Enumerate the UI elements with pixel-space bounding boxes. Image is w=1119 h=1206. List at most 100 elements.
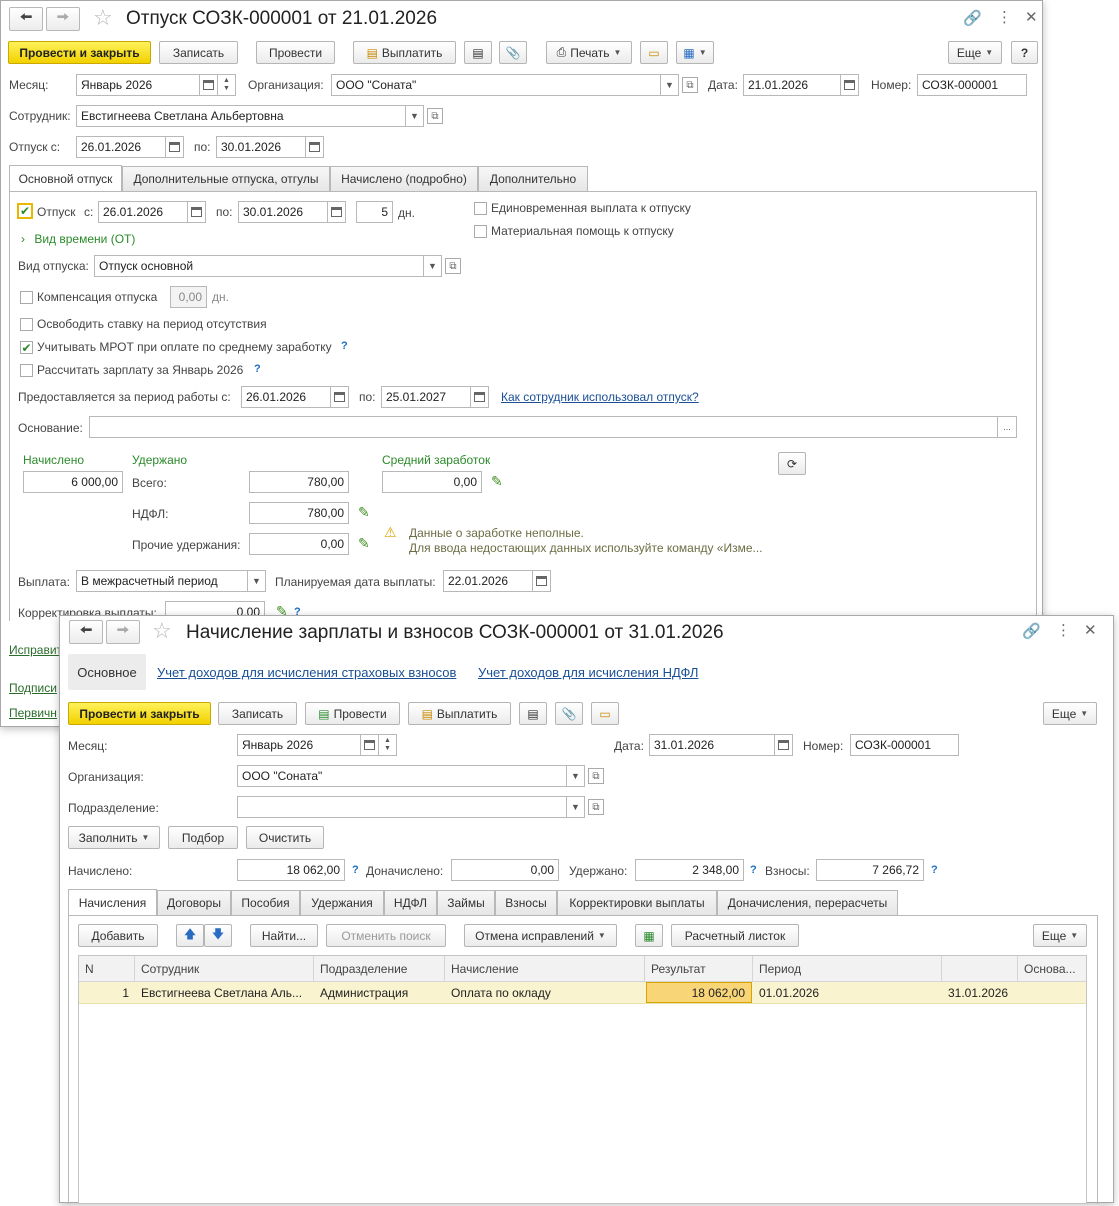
- time-type-expander[interactable]: › Вид времени (ОТ): [21, 232, 135, 246]
- month-spin-button[interactable]: ▲ ▼: [218, 74, 236, 96]
- col-header-employee[interactable]: Сотрудник: [135, 956, 314, 982]
- fix-link[interactable]: Исправит: [9, 643, 62, 657]
- edit-other-pencil-icon[interactable]: ✎: [358, 536, 370, 550]
- date-calendar-button[interactable]: [841, 74, 859, 96]
- tab-payment-corrections[interactable]: Корректировки выплаты: [557, 890, 717, 915]
- vacation-checkbox[interactable]: ✔: [17, 203, 33, 219]
- more-button[interactable]: Еще ▼: [1043, 702, 1097, 725]
- month-spin-button[interactable]: ▲ ▼: [379, 734, 397, 756]
- col-header-period-end[interactable]: [942, 956, 1018, 982]
- accrued-help-icon[interactable]: ?: [352, 864, 359, 876]
- days-field[interactable]: 5: [356, 201, 393, 223]
- col-header-basis[interactable]: Основа...: [1018, 956, 1086, 982]
- list-icon-button[interactable]: ▤: [464, 41, 492, 64]
- nav-ndfl-link[interactable]: Учет доходов для исчисления НДФЛ: [478, 665, 698, 680]
- print-button[interactable]: ⎙ Печать ▼: [546, 41, 632, 64]
- favorite-star-icon[interactable]: ☆: [93, 7, 113, 29]
- save-button[interactable]: Записать: [218, 702, 297, 725]
- back-button[interactable]: 🠨: [69, 620, 103, 644]
- total-field[interactable]: 780,00: [249, 471, 349, 493]
- row-result[interactable]: 18 062,00: [646, 982, 752, 1003]
- save-button[interactable]: Записать: [159, 41, 238, 64]
- add-table-button[interactable]: ▦: [635, 924, 663, 947]
- period-to-field[interactable]: 25.01.2027: [381, 386, 471, 408]
- period-to-calendar-button[interactable]: [471, 386, 489, 408]
- employee-field[interactable]: Евстигнеева Светлана Альбертовна: [76, 105, 406, 127]
- back-button[interactable]: 🠨: [9, 7, 43, 31]
- tab-ndfl[interactable]: НДФЛ: [384, 890, 437, 915]
- table-row[interactable]: 1 Евстигнеева Светлана Аль... Администра…: [79, 982, 1086, 1004]
- vacation-type-dropdown-button[interactable]: ▼: [424, 255, 442, 277]
- move-up-button[interactable]: 🡅: [176, 924, 204, 947]
- number-field[interactable]: СОЗК-000001: [917, 74, 1027, 96]
- close-icon[interactable]: ✕: [1025, 10, 1038, 25]
- vacation-usage-link[interactable]: Как сотрудник использовал отпуск?: [501, 390, 699, 404]
- dept-dropdown-button[interactable]: ▼: [567, 796, 585, 818]
- payout-field[interactable]: В межрасчетный период: [76, 570, 248, 592]
- find-button[interactable]: Найти...: [250, 924, 318, 947]
- date-field[interactable]: 21.01.2026: [743, 74, 841, 96]
- warning-line-2[interactable]: Для ввода недостающих данных используйте…: [409, 541, 763, 555]
- post-button[interactable]: Провести: [256, 41, 335, 64]
- vacation-type-open-icon[interactable]: ⧉: [445, 258, 461, 274]
- number-field[interactable]: СОЗК-000001: [850, 734, 959, 756]
- withheld-field[interactable]: 2 348,00: [635, 859, 744, 881]
- leave-from-field[interactable]: 26.01.2026: [76, 136, 166, 158]
- move-down-button[interactable]: 🡇: [204, 924, 232, 947]
- mrot-checkbox[interactable]: ✔: [20, 341, 33, 354]
- org-field[interactable]: ООО "Соната": [237, 765, 567, 787]
- cancel-search-button[interactable]: Отменить поиск: [326, 924, 446, 947]
- payout-dropdown-button[interactable]: ▼: [248, 570, 266, 592]
- attach-button[interactable]: 📎: [555, 702, 583, 725]
- tab-withholdings[interactable]: Удержания: [300, 890, 384, 915]
- post-and-close-button[interactable]: Провести и закрыть: [68, 702, 211, 725]
- payslip-button[interactable]: Расчетный листок: [671, 924, 799, 947]
- clear-button[interactable]: Очистить: [246, 826, 324, 849]
- create-based-on-button[interactable]: ▦ ▼: [676, 41, 714, 64]
- tab-additional[interactable]: Дополнительно: [478, 166, 588, 191]
- withheld-help-icon[interactable]: ?: [750, 864, 757, 876]
- average-earnings-field[interactable]: 0,00: [382, 471, 482, 493]
- edit-average-pencil-icon[interactable]: ✎: [491, 474, 503, 488]
- contributions-help-icon[interactable]: ?: [931, 864, 938, 876]
- org-open-icon[interactable]: ⧉: [682, 77, 698, 93]
- period-from-field[interactable]: 26.01.2026: [241, 386, 331, 408]
- tab-accruals[interactable]: Начисления: [68, 889, 157, 916]
- tab-accrued-detailed[interactable]: Начислено (подробно): [330, 166, 478, 191]
- employee-open-icon[interactable]: ⧉: [427, 108, 443, 124]
- tab-loans[interactable]: Займы: [437, 890, 495, 915]
- nav-insurance-link[interactable]: Учет доходов для исчисления страховых вз…: [157, 665, 456, 680]
- accrued-field[interactable]: 6 000,00: [23, 471, 123, 493]
- date-calendar-button[interactable]: [775, 734, 793, 756]
- document-flow-button[interactable]: ▭: [591, 702, 619, 725]
- col-header-n[interactable]: N: [79, 956, 135, 982]
- post-and-close-button[interactable]: Провести и закрыть: [8, 41, 151, 64]
- period-from-calendar-button[interactable]: [331, 386, 349, 408]
- compensation-checkbox[interactable]: [20, 291, 33, 304]
- refresh-button[interactable]: ⟳: [778, 452, 806, 475]
- other-withholding-field[interactable]: 0,00: [249, 533, 349, 555]
- col-header-result[interactable]: Результат: [645, 956, 753, 982]
- list-icon-button[interactable]: ▤: [519, 702, 547, 725]
- signatures-link[interactable]: Подписи: [9, 681, 57, 695]
- forward-button[interactable]: 🠪: [46, 7, 80, 31]
- tab-recalculations[interactable]: Доначисления, перерасчеты: [717, 890, 898, 915]
- org-dropdown-button[interactable]: ▼: [567, 765, 585, 787]
- plan-date-field[interactable]: 22.01.2026: [443, 570, 533, 592]
- col-header-accrual[interactable]: Начисление: [445, 956, 645, 982]
- edit-ndfl-pencil-icon[interactable]: ✎: [358, 505, 370, 519]
- tab-contracts[interactable]: Договоры: [157, 890, 231, 915]
- employee-dropdown-button[interactable]: ▼: [406, 105, 424, 127]
- vacation-type-field[interactable]: Отпуск основной: [94, 255, 424, 277]
- link-icon[interactable]: 🔗: [1022, 624, 1041, 639]
- nav-main-tab[interactable]: Основное: [68, 654, 146, 690]
- basis-select-button[interactable]: ...: [997, 416, 1017, 438]
- document-flow-button[interactable]: ▭: [640, 41, 668, 64]
- tab-main-vacation[interactable]: Основной отпуск: [9, 165, 122, 192]
- ndfl-field[interactable]: 780,00: [249, 502, 349, 524]
- primary-docs-link[interactable]: Первичн: [9, 706, 57, 720]
- basis-field[interactable]: [89, 416, 998, 438]
- org-field[interactable]: ООО "Соната": [331, 74, 661, 96]
- vacation-to-calendar-button[interactable]: [328, 201, 346, 223]
- month-calendar-button[interactable]: [361, 734, 379, 756]
